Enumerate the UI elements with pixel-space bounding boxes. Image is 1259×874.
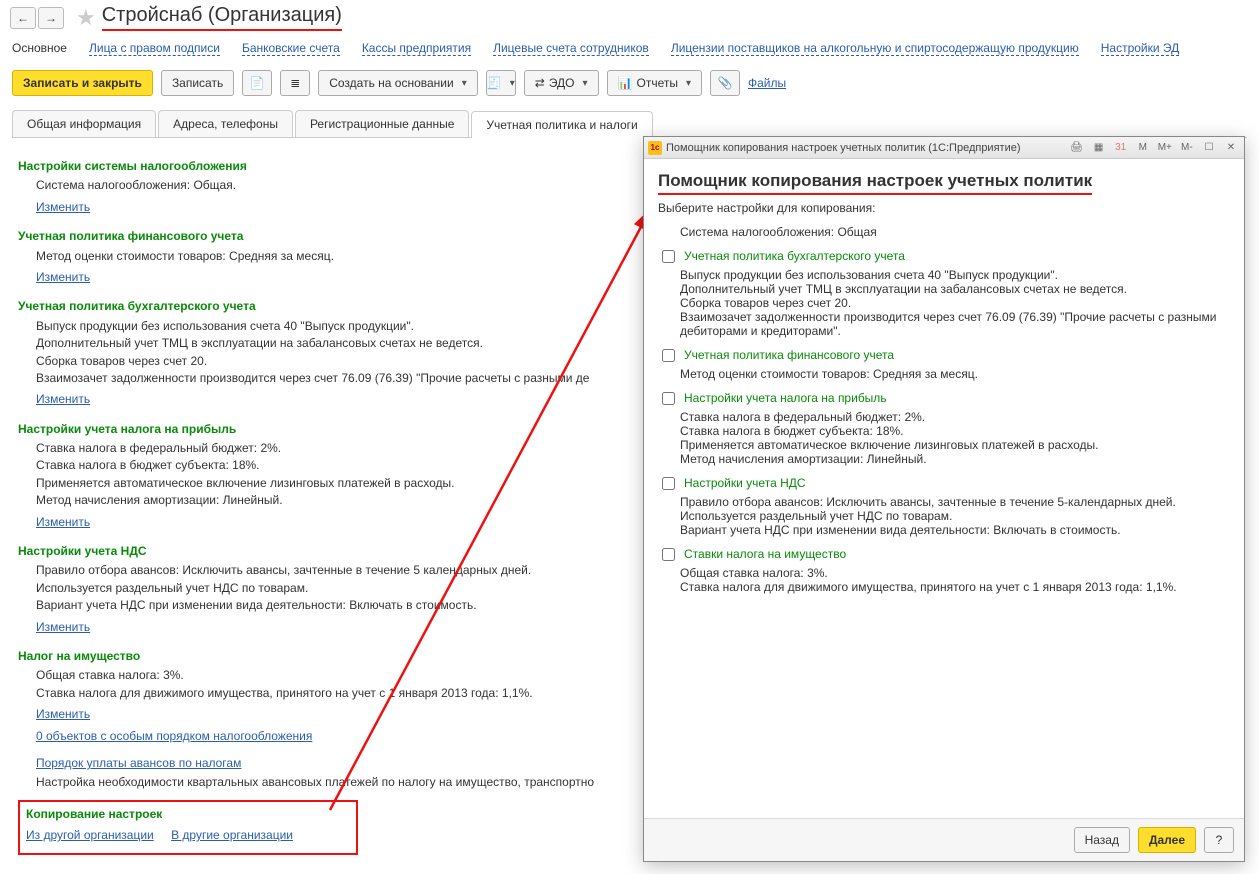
copy-from-link[interactable]: Из другой организации (26, 828, 154, 842)
back-button[interactable]: Назад (1074, 827, 1130, 853)
section-nav: Основное Лица с правом подписи Банковски… (0, 35, 1259, 66)
chk-accounting-label: Учетная политика бухгалтерского учета (684, 249, 905, 263)
next-button[interactable]: Далее (1138, 827, 1196, 853)
dlg-vat-l2: Используется раздельный учет НДС по това… (680, 509, 1230, 523)
nav-forward-button[interactable]: → (38, 7, 64, 29)
nav-back-button[interactable]: ← (10, 7, 36, 29)
special-objects-link[interactable]: 0 объектов с особым порядком налогооблож… (36, 729, 312, 743)
dialog-subtitle: Выберите настройки для копирования: (658, 201, 1230, 215)
edo-button[interactable]: ⇄ ЭДО (524, 70, 599, 96)
reports-button[interactable]: 📊 Отчеты (607, 70, 702, 96)
dlg-profit-l1: Ставка налога в федеральный бюджет: 2%. (680, 410, 1230, 424)
chk-prop-label: Ставки налога на имущество (684, 547, 846, 561)
dlg-profit-l3: Применяется автоматическое включение лиз… (680, 438, 1230, 452)
toolbar: Записать и закрыть Записать 📄 ≣ Создать … (0, 66, 1259, 106)
dialog-footer: Назад Далее ? (644, 818, 1244, 861)
page-title: Стройснаб (Организация) (102, 4, 342, 31)
dialog-titlebar[interactable]: 1c Помощник копирования настроек учетных… (644, 137, 1244, 159)
dlg-profit-l2: Ставка налога в бюджет субъекта: 18%. (680, 424, 1230, 438)
change-link-profit[interactable]: Изменить (36, 514, 90, 531)
change-link-fin[interactable]: Изменить (36, 269, 90, 286)
copy-to-link[interactable]: В другие организации (171, 828, 293, 842)
dialog-window-title: Помощник копирования настроек учетных по… (666, 142, 1021, 154)
chk-financial-policy[interactable] (662, 349, 675, 362)
dlg-prop-l2: Ставка налога для движимого имущества, п… (680, 580, 1230, 594)
maximize-icon[interactable]: ☐ (1200, 140, 1218, 156)
print-icon[interactable]: 🖨 (1068, 140, 1086, 156)
chk-vat[interactable] (662, 477, 675, 490)
chk-vat-label: Настройки учета НДС (684, 476, 806, 490)
tab-registration[interactable]: Регистрационные данные (295, 110, 469, 137)
change-link-acc[interactable]: Изменить (36, 391, 90, 408)
advance-payment-link[interactable]: Порядок уплаты авансов по налогам (36, 756, 241, 770)
chk-property-tax[interactable] (662, 548, 675, 561)
list-icon-button[interactable]: ≣ (280, 70, 310, 96)
dlg-fin-l1: Метод оценки стоимости товаров: Средняя … (680, 367, 1230, 381)
save-button[interactable]: Записать (161, 70, 234, 96)
help-button[interactable]: ? (1204, 827, 1234, 853)
change-link-vat[interactable]: Изменить (36, 619, 90, 636)
chk-profit-label: Настройки учета налога на прибыль (684, 391, 887, 405)
dlg-profit-l4: Метод начисления амортизации: Линейный. (680, 452, 1230, 466)
reports-label: Отчеты (636, 76, 677, 90)
copy-icon-button[interactable]: 📄 (242, 70, 272, 96)
grid-icon[interactable]: ▦ (1090, 140, 1108, 156)
favorite-star-icon[interactable]: ★ (76, 5, 96, 31)
window-icon-group: 🖨 ▦ 31 M M+ M- ☐ ✕ (1067, 140, 1240, 156)
copy-wizard-dialog: 1c Помощник копирования настроек учетных… (643, 136, 1245, 862)
nav-link-signers[interactable]: Лица с правом подписи (89, 41, 220, 56)
memory-mplus-icon[interactable]: M+ (1156, 140, 1174, 156)
dlg-prop-l1: Общая ставка налога: 3%. (680, 566, 1230, 580)
tab-general[interactable]: Общая информация (12, 110, 156, 137)
close-icon[interactable]: ✕ (1222, 140, 1240, 156)
copy-heading: Копирование настроек (26, 806, 350, 823)
dlg-acc-l1: Выпуск продукции без использования счета… (680, 268, 1230, 282)
edo-label: ЭДО (549, 76, 575, 90)
stamp-icon-button[interactable]: 🧾 (486, 70, 516, 96)
chk-accounting-policy[interactable] (662, 250, 675, 263)
nav-link-bank[interactable]: Банковские счета (242, 41, 340, 56)
dlg-acc-l2: Дополнительный учет ТМЦ в эксплуатации н… (680, 282, 1230, 296)
nav-link-cash[interactable]: Кассы предприятия (362, 41, 471, 56)
nav-link-licenses[interactable]: Лицензии поставщиков на алкогольную и сп… (671, 41, 1079, 56)
dialog-title: Помощник копирования настроек учетных по… (658, 171, 1092, 195)
dlg-vat-l3: Вариант учета НДС при изменении вида дея… (680, 523, 1230, 537)
files-link[interactable]: Файлы (748, 76, 786, 90)
attach-icon-button[interactable]: 📎 (710, 70, 740, 96)
memory-mminus-icon[interactable]: M- (1178, 140, 1196, 156)
dlg-acc-l4: Взаимозачет задолженности производится ч… (680, 310, 1230, 338)
dlg-vat-l1: Правило отбора авансов: Исключить авансы… (680, 495, 1230, 509)
save-close-button[interactable]: Записать и закрыть (12, 70, 153, 96)
nav-link-staff-accounts[interactable]: Лицевые счета сотрудников (493, 41, 649, 56)
tab-bar: Общая информация Адреса, телефоны Регист… (12, 110, 1247, 138)
memory-m-icon[interactable]: M (1134, 140, 1152, 156)
nav-link-ed[interactable]: Настройки ЭД (1101, 41, 1180, 56)
tab-addresses[interactable]: Адреса, телефоны (158, 110, 293, 137)
nav-link-main[interactable]: Основное (12, 41, 67, 56)
change-link-tax[interactable]: Изменить (36, 199, 90, 216)
chk-profit-tax[interactable] (662, 392, 675, 405)
change-link-prop[interactable]: Изменить (36, 706, 90, 723)
dlg-tax-sys: Система налогообложения: Общая (680, 225, 1230, 239)
tab-accounting-policy[interactable]: Учетная политика и налоги (471, 111, 652, 138)
chk-fin-label: Учетная политика финансового учета (684, 348, 894, 362)
one-c-logo-icon: 1c (648, 141, 662, 155)
dlg-acc-l3: Сборка товаров через счет 20. (680, 296, 1230, 310)
calendar-icon[interactable]: 31 (1112, 140, 1130, 156)
create-based-button[interactable]: Создать на основании (318, 70, 478, 96)
copy-settings-box: Копирование настроек Из другой организац… (18, 800, 358, 855)
